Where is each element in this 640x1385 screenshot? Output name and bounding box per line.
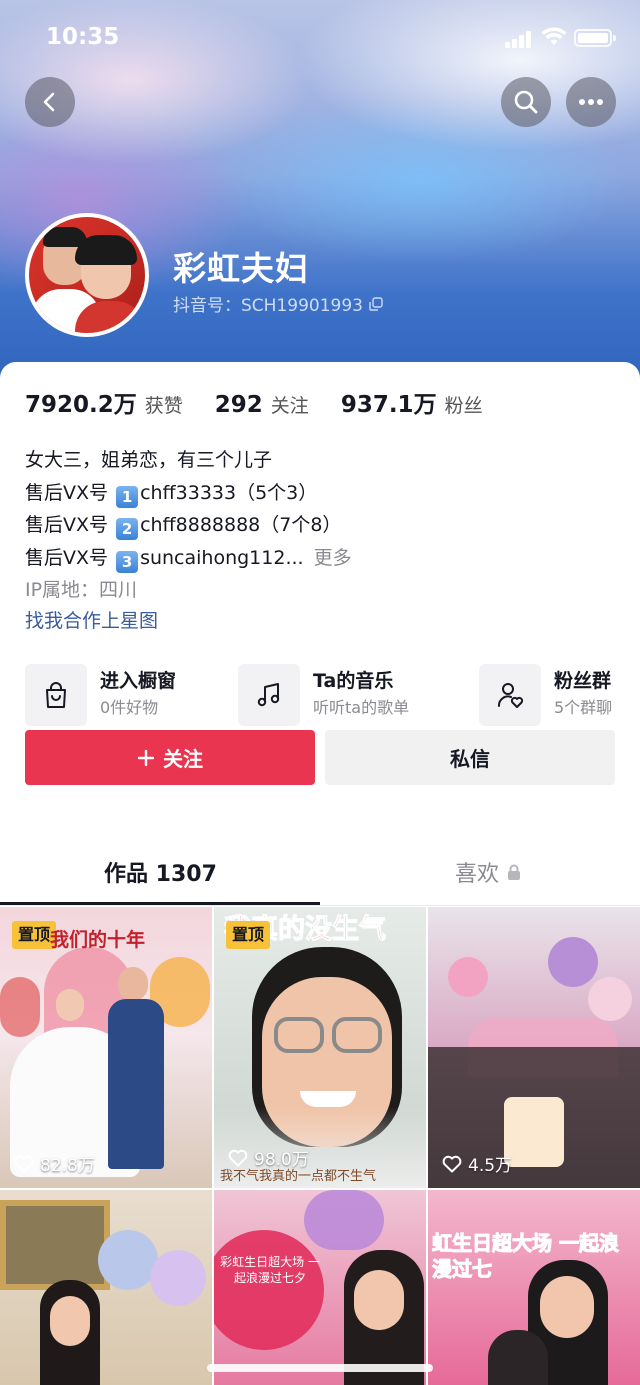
music-entry[interactable]: Ta的音乐 听听ta的歌单 xyxy=(238,663,409,727)
ellipsis-icon xyxy=(579,99,603,105)
ip-location: IP属地：四川 xyxy=(25,579,138,601)
video-caption: 虹生日超大场 一起浪漫过七 xyxy=(432,1231,620,1282)
likes-count: 82.8万 xyxy=(40,1156,95,1176)
bio-line: 售后VX号 1 chff33333（5个3） xyxy=(25,477,352,510)
likes-count: 98.0万 xyxy=(254,1150,309,1170)
video-likes: 82.8万 xyxy=(14,1151,95,1176)
message-label: 私信 xyxy=(450,747,490,771)
status-time: 10:35 xyxy=(46,24,120,50)
video-thumbnail[interactable]: 置顶 我们的十年 82.8万 xyxy=(0,907,212,1188)
stat-label: 粉丝 xyxy=(444,395,483,417)
follow-label: 关注 xyxy=(163,747,203,771)
avatar[interactable] xyxy=(25,213,149,337)
video-likes: 4.5万 xyxy=(442,1151,512,1176)
video-thumbnail[interactable]: 彩虹生日超大场 一起浪漫过七夕 xyxy=(214,1190,426,1385)
stats-row: 7920.2万 获赞 292 关注 937.1万 粉丝 xyxy=(25,385,515,419)
shop-window-entry[interactable]: 进入橱窗 0件好物 xyxy=(25,663,176,727)
bio-value: chff33333（5个3） xyxy=(140,481,318,504)
content-tabs: 作品 1307 喜欢 xyxy=(0,840,640,906)
message-button[interactable]: 私信 xyxy=(325,730,615,785)
feature-subtitle: 5个群聊 xyxy=(554,698,613,717)
stat-following[interactable]: 292 关注 xyxy=(215,391,309,418)
shopping-bag-icon xyxy=(25,664,87,726)
back-button[interactable] xyxy=(25,77,75,127)
video-thumbnail[interactable]: 我真的没生气 置顶 我不气我真的一点都不生气 98.0万 xyxy=(214,907,426,1188)
fan-group-icon xyxy=(479,664,541,726)
heart-icon xyxy=(442,1155,462,1172)
profile-name: 彩虹夫妇 xyxy=(173,249,309,288)
tab-likes[interactable]: 喜欢 xyxy=(455,856,521,888)
bio-line: 女大三，姐弟恋，有三个儿子 xyxy=(25,449,273,471)
search-icon xyxy=(514,90,538,114)
stat-value: 7920.2万 xyxy=(25,392,137,418)
feature-subtitle: 听听ta的歌单 xyxy=(313,698,410,717)
status-bar: 10:35 xyxy=(0,0,640,76)
cellular-signal-icon xyxy=(505,30,533,48)
heart-icon xyxy=(14,1155,34,1172)
stat-label: 获赞 xyxy=(144,395,183,417)
chevron-left-icon xyxy=(43,92,55,112)
bio-more-link[interactable]: 更多 xyxy=(314,547,352,569)
stat-label: 关注 xyxy=(270,395,309,417)
douyin-id[interactable]: 抖音号：SCH19901993 xyxy=(173,291,383,316)
bio-prefix: 售后VX号 xyxy=(25,481,109,504)
bio: 女大三，姐弟恋，有三个儿子 售后VX号 1 chff33333（5个3） 售后VX… xyxy=(25,444,352,574)
battery-icon xyxy=(574,29,616,47)
keycap-1-icon: 1 xyxy=(116,485,139,508)
pinned-badge: 置顶 xyxy=(226,921,271,949)
music-note-icon xyxy=(238,664,300,726)
copy-icon[interactable] xyxy=(369,296,383,311)
plus-icon xyxy=(137,749,155,766)
video-caption: 我们的十年 xyxy=(50,929,146,951)
fan-group-entry[interactable]: 粉丝群 5个群聊 xyxy=(479,663,612,727)
likes-count: 4.5万 xyxy=(468,1156,513,1176)
video-caption: 彩虹生日超大场 一起浪漫过七夕 xyxy=(220,1255,320,1285)
video-likes: 98.0万 xyxy=(228,1145,309,1170)
tab-works[interactable]: 作品 1307 xyxy=(104,856,217,888)
follow-button[interactable]: 关注 xyxy=(25,730,315,785)
video-grid: 置顶 我们的十年 82.8万 我真的没生气 置顶 我不气我真的一点都不生气 98… xyxy=(0,907,640,1385)
heart-icon xyxy=(228,1149,248,1166)
video-thumbnail[interactable]: 虹生日超大场 一起浪漫过七 xyxy=(428,1190,640,1385)
feature-title: 粉丝群 xyxy=(554,670,612,692)
keycap-3-icon: 3 xyxy=(116,550,139,573)
bio-value: suncaihong112... xyxy=(140,546,304,569)
douyin-id-text: 抖音号：SCH19901993 xyxy=(173,296,363,316)
feature-subtitle: 0件好物 xyxy=(100,698,159,717)
cooperation-link[interactable]: 找我合作上星图 xyxy=(25,606,158,633)
video-thumbnail[interactable]: 4.5万 xyxy=(428,907,640,1188)
lock-icon xyxy=(508,864,521,880)
feature-shortcuts: 进入橱窗 0件好物 Ta的音乐 听听ta的歌单 粉丝群 5个群聊 xyxy=(25,663,625,727)
stat-value: 292 xyxy=(214,392,263,418)
feature-title: 进入橱窗 xyxy=(100,670,177,692)
tab-likes-label: 喜欢 xyxy=(455,862,500,887)
bio-prefix: 售后VX号 xyxy=(25,546,109,569)
stat-value: 937.1万 xyxy=(340,392,437,418)
keycap-2-icon: 2 xyxy=(116,518,139,540)
bio-value: chff8888888（7个8） xyxy=(140,514,342,536)
bio-line: 售后VX号 3 suncaihong112... 更多 xyxy=(25,542,352,575)
wifi-icon xyxy=(541,27,567,45)
feature-title: Ta的音乐 xyxy=(313,670,394,692)
stat-likes[interactable]: 7920.2万 获赞 xyxy=(25,385,183,419)
bio-line: 售后VX号 2 chff8888888（7个8） xyxy=(25,509,352,542)
more-options-button[interactable] xyxy=(566,77,616,127)
bio-prefix: 售后VX号 xyxy=(25,514,109,536)
video-thumbnail[interactable] xyxy=(0,1190,212,1385)
stat-followers[interactable]: 937.1万 粉丝 xyxy=(341,385,483,419)
home-indicator[interactable] xyxy=(207,1364,433,1372)
search-button[interactable] xyxy=(501,77,551,127)
tab-indicator xyxy=(0,902,320,905)
